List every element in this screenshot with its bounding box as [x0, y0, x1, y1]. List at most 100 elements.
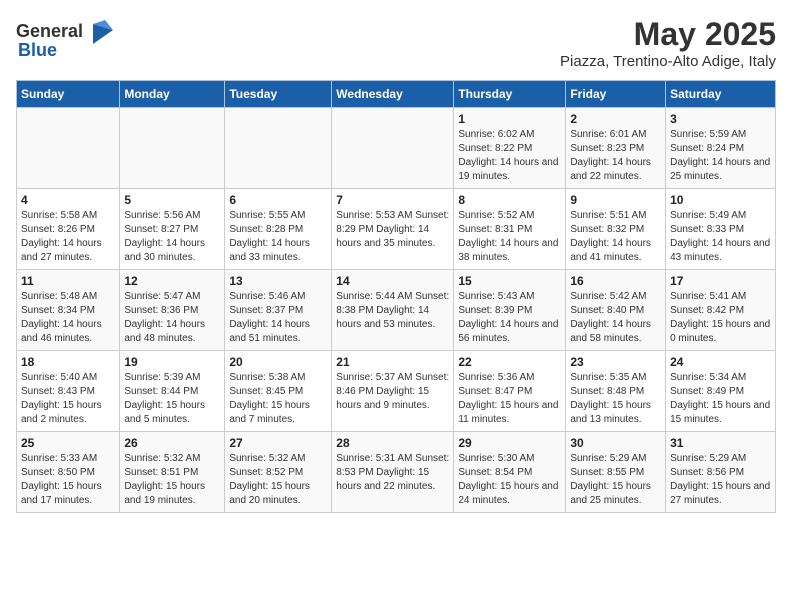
day-cell: 26 Sunrise: 5:32 AM Sunset: 8:51 PM Dayli… — [120, 432, 225, 513]
day-info: Sunrise: 5:29 AM Sunset: 8:56 PM Dayligh… — [670, 452, 771, 508]
day-number: 6 — [229, 193, 327, 207]
day-number: 19 — [124, 355, 220, 369]
day-cell: 20Sunrise: 5:38 AM Sunset: 8:45 PM Dayli… — [225, 351, 332, 432]
day-cell: 4Sunrise: 5:58 AM Sunset: 8:26 PM Daylig… — [17, 189, 120, 270]
main-title: May 2025 — [560, 16, 776, 53]
day-number: 21 — [336, 355, 449, 369]
day-info: Sunrise: 6:02 AM Sunset: 8:22 PM Dayligh… — [458, 128, 561, 184]
day-number: 13 — [229, 274, 327, 288]
day-cell: 18 Sunrise: 5:40 AM Sunset: 8:43 PM Dayli… — [17, 351, 120, 432]
subtitle: Piazza, Trentino-Alto Adige, Italy — [560, 53, 776, 70]
header-cell-tuesday: Tuesday — [225, 81, 332, 108]
day-info: Sunrise: 5:59 AM Sunset: 8:24 PM Dayligh… — [670, 128, 771, 184]
day-info: Sunrise: 5:31 AM Sunset: 8:53 PM Dayligh… — [336, 452, 449, 494]
day-number: 11 — [21, 274, 115, 288]
day-number: 31 — [670, 436, 771, 450]
day-cell: 3 Sunrise: 5:59 AM Sunset: 8:24 PM Daylig… — [666, 108, 776, 189]
day-cell: 28 Sunrise: 5:31 AM Sunset: 8:53 PM Dayli… — [332, 432, 454, 513]
day-cell: 2 Sunrise: 6:01 AM Sunset: 8:23 PM Daylig… — [566, 108, 666, 189]
day-number: 17 — [670, 274, 771, 288]
day-number: 24 — [670, 355, 771, 369]
week-row-2: 4Sunrise: 5:58 AM Sunset: 8:26 PM Daylig… — [17, 189, 776, 270]
day-info: Sunrise: 5:53 AM Sunset: 8:29 PM Dayligh… — [336, 209, 449, 251]
day-info: Sunrise: 5:55 AM Sunset: 8:28 PM Dayligh… — [229, 209, 327, 265]
day-info: Sunrise: 5:46 AM Sunset: 8:37 PM Dayligh… — [229, 290, 327, 346]
day-number: 18 — [21, 355, 115, 369]
day-cell: 13 Sunrise: 5:46 AM Sunset: 8:37 PM Dayli… — [225, 270, 332, 351]
day-info: Sunrise: 5:43 AM Sunset: 8:39 PM Dayligh… — [458, 290, 561, 346]
day-number: 3 — [670, 112, 771, 126]
day-number: 8 — [458, 193, 561, 207]
logo-icon — [85, 16, 115, 46]
day-info: Sunrise: 5:44 AM Sunset: 8:38 PM Dayligh… — [336, 290, 449, 332]
header-row: SundayMondayTuesdayWednesdayThursdayFrid… — [17, 81, 776, 108]
day-info: Sunrise: 5:35 AM Sunset: 8:48 PM Dayligh… — [570, 371, 661, 427]
day-info: Sunrise: 5:34 AM Sunset: 8:49 PM Dayligh… — [670, 371, 771, 427]
day-info: Sunrise: 5:36 AM Sunset: 8:47 PM Dayligh… — [458, 371, 561, 427]
week-row-5: 25 Sunrise: 5:33 AM Sunset: 8:50 PM Dayli… — [17, 432, 776, 513]
day-info: Sunrise: 5:47 AM Sunset: 8:36 PM Dayligh… — [124, 290, 220, 346]
day-info: Sunrise: 5:32 AM Sunset: 8:51 PM Dayligh… — [124, 452, 220, 508]
day-cell: 30 Sunrise: 5:29 AM Sunset: 8:55 PM Dayli… — [566, 432, 666, 513]
day-number: 22 — [458, 355, 561, 369]
day-info: Sunrise: 5:49 AM Sunset: 8:33 PM Dayligh… — [670, 209, 771, 265]
day-cell: 10 Sunrise: 5:49 AM Sunset: 8:33 PM Dayli… — [666, 189, 776, 270]
header-cell-friday: Friday — [566, 81, 666, 108]
day-number: 7 — [336, 193, 449, 207]
day-cell: 17 Sunrise: 5:41 AM Sunset: 8:42 PM Dayli… — [666, 270, 776, 351]
header-cell-sunday: Sunday — [17, 81, 120, 108]
day-number: 10 — [670, 193, 771, 207]
day-number: 1 — [458, 112, 561, 126]
day-cell: 19 Sunrise: 5:39 AM Sunset: 8:44 PM Dayli… — [120, 351, 225, 432]
day-number: 2 — [570, 112, 661, 126]
day-info: Sunrise: 5:42 AM Sunset: 8:40 PM Dayligh… — [570, 290, 661, 346]
day-number: 14 — [336, 274, 449, 288]
day-cell: 16 Sunrise: 5:42 AM Sunset: 8:40 PM Dayli… — [566, 270, 666, 351]
day-number: 28 — [336, 436, 449, 450]
day-cell: 8Sunrise: 5:52 AM Sunset: 8:31 PM Daylig… — [454, 189, 566, 270]
day-cell: 9Sunrise: 5:51 AM Sunset: 8:32 PM Daylig… — [566, 189, 666, 270]
day-number: 26 — [124, 436, 220, 450]
day-cell: 6 Sunrise: 5:55 AM Sunset: 8:28 PM Daylig… — [225, 189, 332, 270]
logo-blue: Blue — [18, 40, 57, 61]
day-info: Sunrise: 5:39 AM Sunset: 8:44 PM Dayligh… — [124, 371, 220, 427]
week-row-1: 1 Sunrise: 6:02 AM Sunset: 8:22 PM Daylig… — [17, 108, 776, 189]
day-number: 30 — [570, 436, 661, 450]
day-info: Sunrise: 5:29 AM Sunset: 8:55 PM Dayligh… — [570, 452, 661, 508]
day-cell: 31 Sunrise: 5:29 AM Sunset: 8:56 PM Dayli… — [666, 432, 776, 513]
header-cell-saturday: Saturday — [666, 81, 776, 108]
header-cell-wednesday: Wednesday — [332, 81, 454, 108]
day-number: 27 — [229, 436, 327, 450]
day-cell: 5Sunrise: 5:56 AM Sunset: 8:27 PM Daylig… — [120, 189, 225, 270]
day-cell: 27 Sunrise: 5:32 AM Sunset: 8:52 PM Dayli… — [225, 432, 332, 513]
day-info: Sunrise: 5:33 AM Sunset: 8:50 PM Dayligh… — [21, 452, 115, 508]
title-block: May 2025 Piazza, Trentino-Alto Adige, It… — [560, 16, 776, 70]
day-cell — [17, 108, 120, 189]
header-cell-monday: Monday — [120, 81, 225, 108]
calendar-table: SundayMondayTuesdayWednesdayThursdayFrid… — [16, 80, 776, 513]
day-cell — [120, 108, 225, 189]
day-info: Sunrise: 5:30 AM Sunset: 8:54 PM Dayligh… — [458, 452, 561, 508]
day-cell: 12Sunrise: 5:47 AM Sunset: 8:36 PM Dayli… — [120, 270, 225, 351]
day-info: Sunrise: 5:37 AM Sunset: 8:46 PM Dayligh… — [336, 371, 449, 413]
day-number: 4 — [21, 193, 115, 207]
day-info: Sunrise: 5:41 AM Sunset: 8:42 PM Dayligh… — [670, 290, 771, 346]
day-number: 25 — [21, 436, 115, 450]
day-cell — [332, 108, 454, 189]
day-info: Sunrise: 5:32 AM Sunset: 8:52 PM Dayligh… — [229, 452, 327, 508]
day-cell: 1 Sunrise: 6:02 AM Sunset: 8:22 PM Daylig… — [454, 108, 566, 189]
day-info: Sunrise: 5:56 AM Sunset: 8:27 PM Dayligh… — [124, 209, 220, 265]
day-cell: 21 Sunrise: 5:37 AM Sunset: 8:46 PM Dayli… — [332, 351, 454, 432]
day-cell: 11Sunrise: 5:48 AM Sunset: 8:34 PM Dayli… — [17, 270, 120, 351]
day-cell: 14 Sunrise: 5:44 AM Sunset: 8:38 PM Dayli… — [332, 270, 454, 351]
day-number: 16 — [570, 274, 661, 288]
day-cell: 23 Sunrise: 5:35 AM Sunset: 8:48 PM Dayli… — [566, 351, 666, 432]
page-header: General Blue May 2025 Piazza, Trentino-A… — [16, 16, 776, 70]
day-cell: 24 Sunrise: 5:34 AM Sunset: 8:49 PM Dayli… — [666, 351, 776, 432]
week-row-4: 18 Sunrise: 5:40 AM Sunset: 8:43 PM Dayli… — [17, 351, 776, 432]
day-info: Sunrise: 5:40 AM Sunset: 8:43 PM Dayligh… — [21, 371, 115, 427]
day-cell — [225, 108, 332, 189]
day-info: Sunrise: 6:01 AM Sunset: 8:23 PM Dayligh… — [570, 128, 661, 184]
day-info: Sunrise: 5:51 AM Sunset: 8:32 PM Dayligh… — [570, 209, 661, 265]
day-number: 23 — [570, 355, 661, 369]
